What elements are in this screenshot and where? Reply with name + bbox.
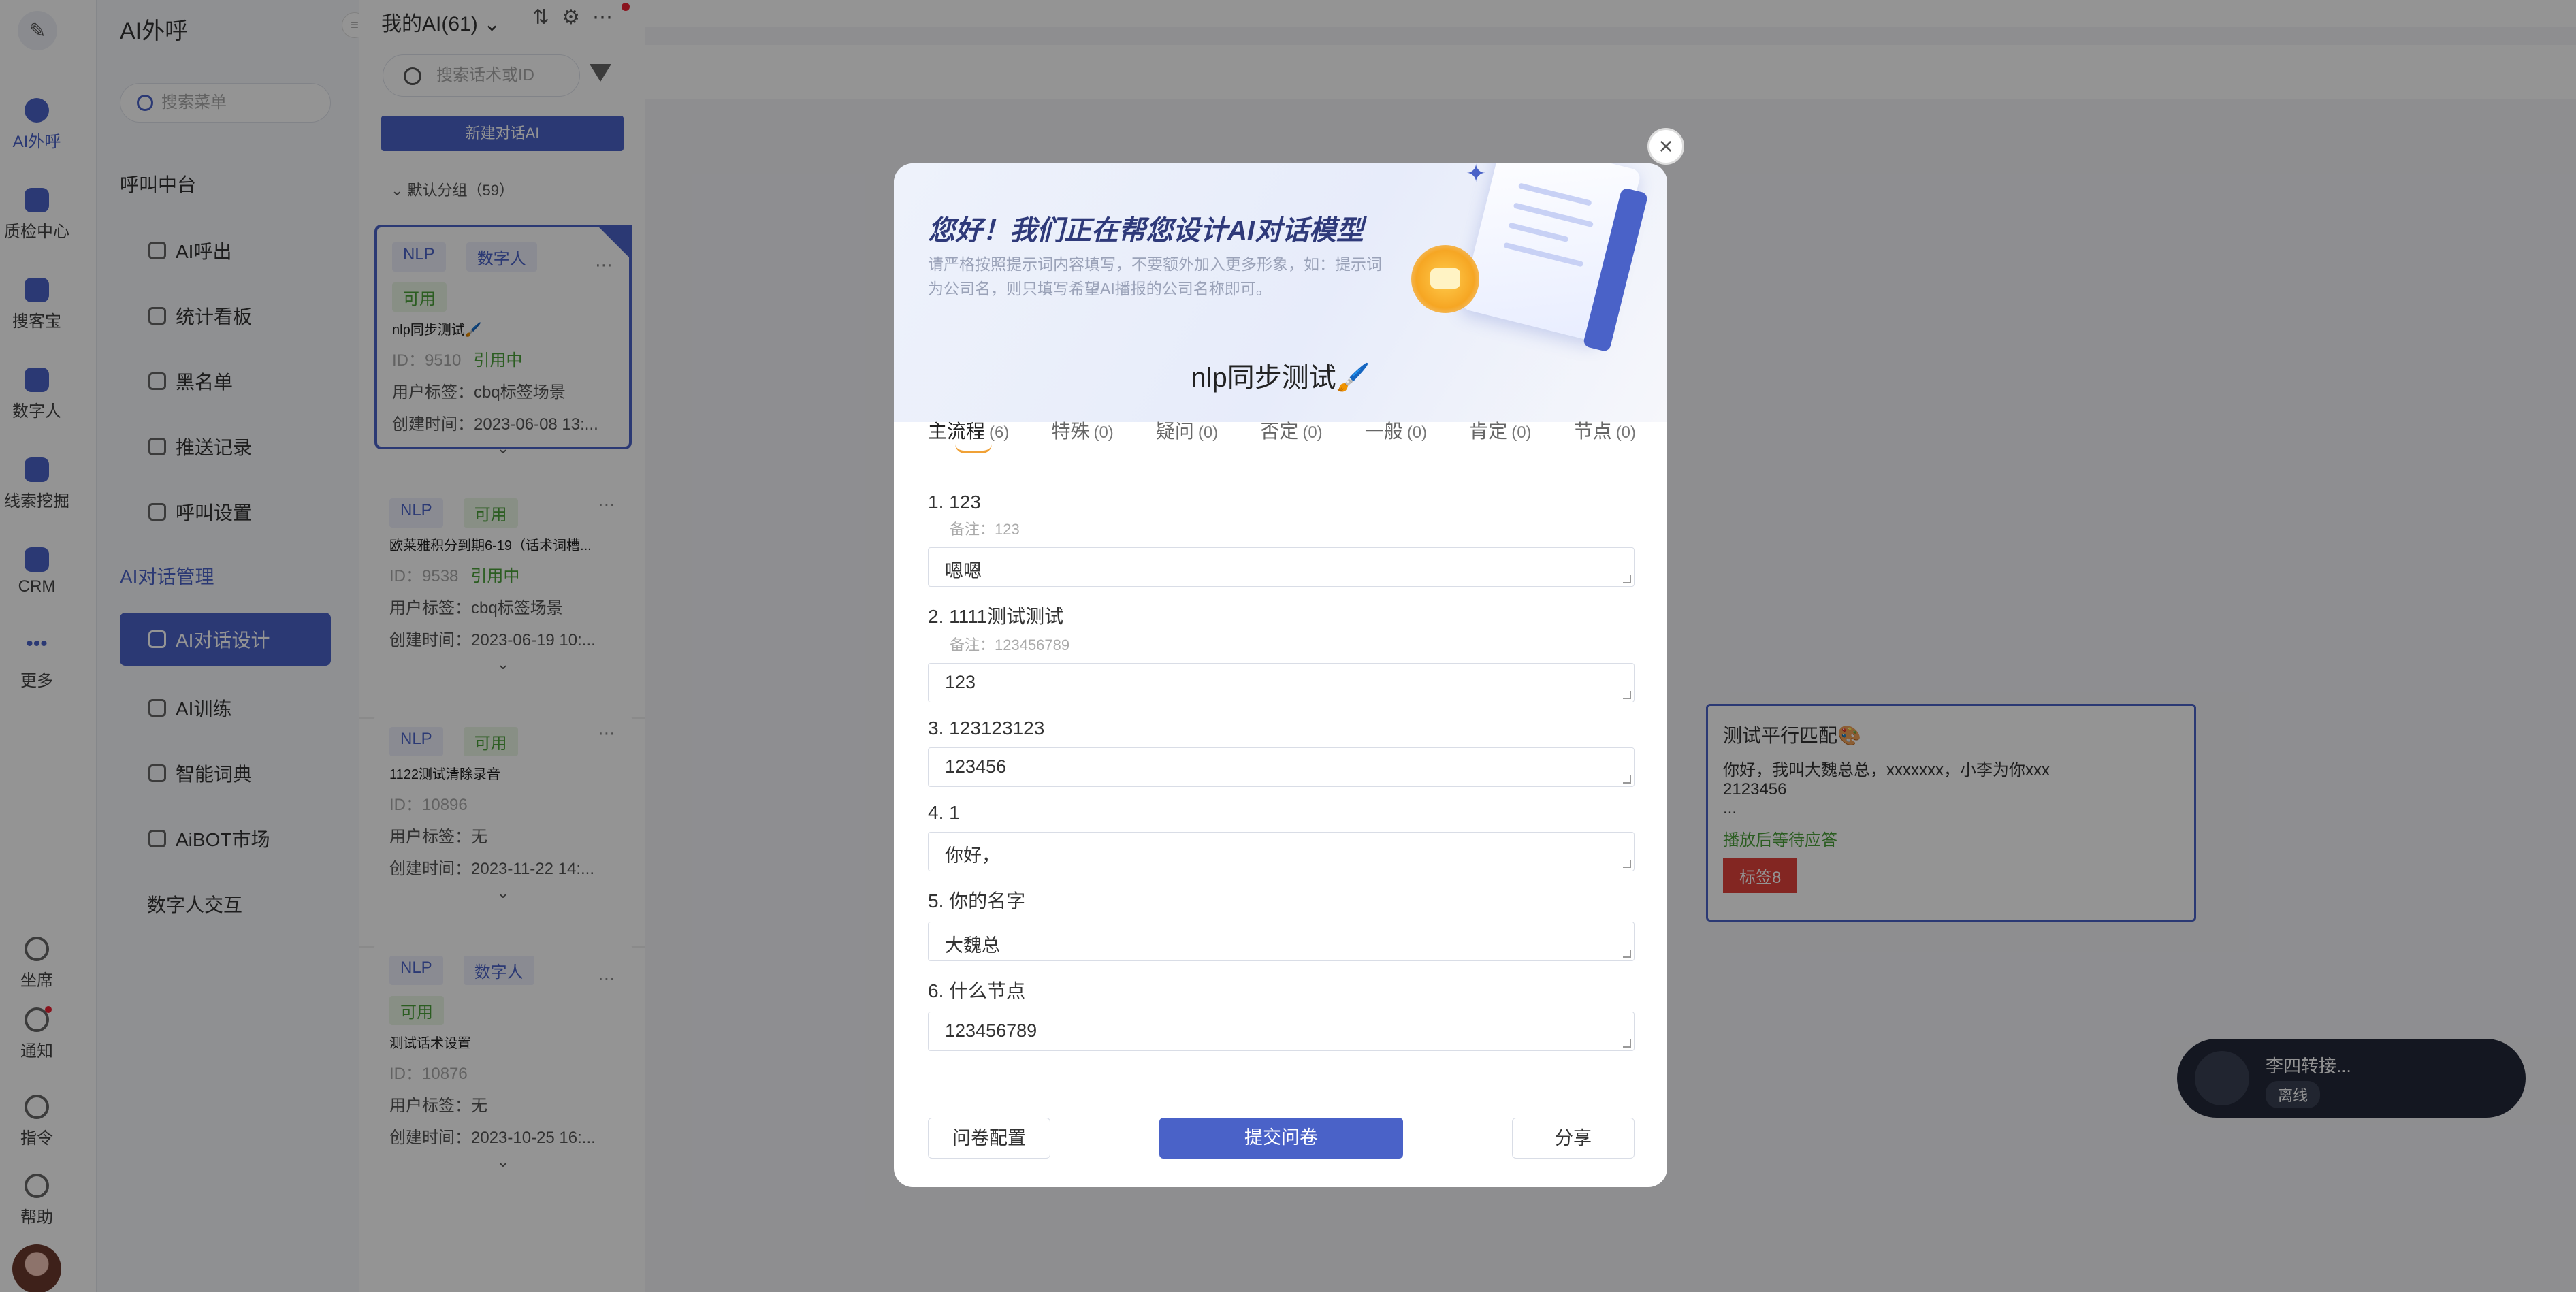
answer-textarea[interactable]: 123456: [928, 747, 1635, 787]
sparkle-icon: ✦: [1466, 163, 1487, 187]
tab-main-flow[interactable]: 主流程 (6): [928, 417, 1009, 453]
chat-bubble-icon: [1411, 245, 1479, 313]
share-button[interactable]: 分享: [1512, 1118, 1635, 1159]
question-note: 备注：123456789: [950, 636, 1070, 653]
question-title: 4. 1: [928, 802, 960, 823]
tab-special[interactable]: 特殊 (0): [1051, 417, 1113, 444]
question-item: 5. 你的名字 大魏总: [928, 886, 1635, 961]
hero-title: 您好！我们正在帮您设计AI对话模型: [928, 216, 1364, 246]
questionnaire-config-button[interactable]: 问卷配置: [928, 1118, 1050, 1159]
tab-affirmative[interactable]: 肯定 (0): [1469, 417, 1531, 444]
question-item: 6. 什么节点 123456789: [928, 976, 1635, 1051]
question-title: 6. 什么节点: [928, 980, 1026, 1001]
submit-questionnaire-button[interactable]: 提交问卷: [1159, 1118, 1403, 1159]
answer-textarea[interactable]: 123: [928, 663, 1635, 702]
question-title: 5. 你的名字: [928, 890, 1026, 911]
document-illustration-icon: [1460, 163, 1642, 343]
hero-subtitle: 请严格按照提示词内容填写，不要额外加入更多形象，如：提示词为公司名，则只填写希望…: [928, 255, 1382, 297]
question-item: 2. 1111测试测试 备注：123456789 123: [928, 602, 1635, 702]
close-icon[interactable]: ×: [1647, 128, 1684, 165]
question-item: 4. 1 你好，: [928, 802, 1635, 871]
script-name: nlp同步测试🖌️: [1191, 363, 1370, 393]
question-note: 备注：123: [950, 521, 1020, 538]
answer-textarea[interactable]: 你好，: [928, 832, 1635, 871]
ai-design-questionnaire-modal: 您好！我们正在帮您设计AI对话模型 请严格按照提示词内容填写，不要额外加入更多形…: [894, 163, 1667, 1187]
tab-node[interactable]: 节点 (0): [1574, 417, 1636, 444]
question-item: 1. 123 备注：123 嗯嗯: [928, 491, 1635, 587]
answer-textarea[interactable]: 嗯嗯: [928, 547, 1635, 587]
tab-negative[interactable]: 否定 (0): [1260, 417, 1322, 444]
question-tabs: 主流程 (6) 特殊 (0) 疑问 (0) 否定 (0) 一般 (0) 肯定 (0) 节点(…: [928, 417, 1636, 453]
modal-footer: 问卷配置 提交问卷 分享: [928, 1118, 1635, 1159]
answer-textarea[interactable]: 123456789: [928, 1012, 1635, 1051]
question-title: 2. 1111测试测试: [928, 606, 1064, 627]
tab-general[interactable]: 一般 (0): [1365, 417, 1427, 444]
question-title: 1. 123: [928, 491, 981, 513]
question-item: 3. 123123123 123456: [928, 717, 1635, 787]
question-title: 3. 123123123: [928, 717, 1045, 739]
question-list: 1. 123 备注：123 嗯嗯 2. 1111测试测试 备注：12345678…: [928, 491, 1635, 1066]
answer-textarea[interactable]: 大魏总: [928, 922, 1635, 961]
tab-question[interactable]: 疑问 (0): [1156, 417, 1218, 444]
